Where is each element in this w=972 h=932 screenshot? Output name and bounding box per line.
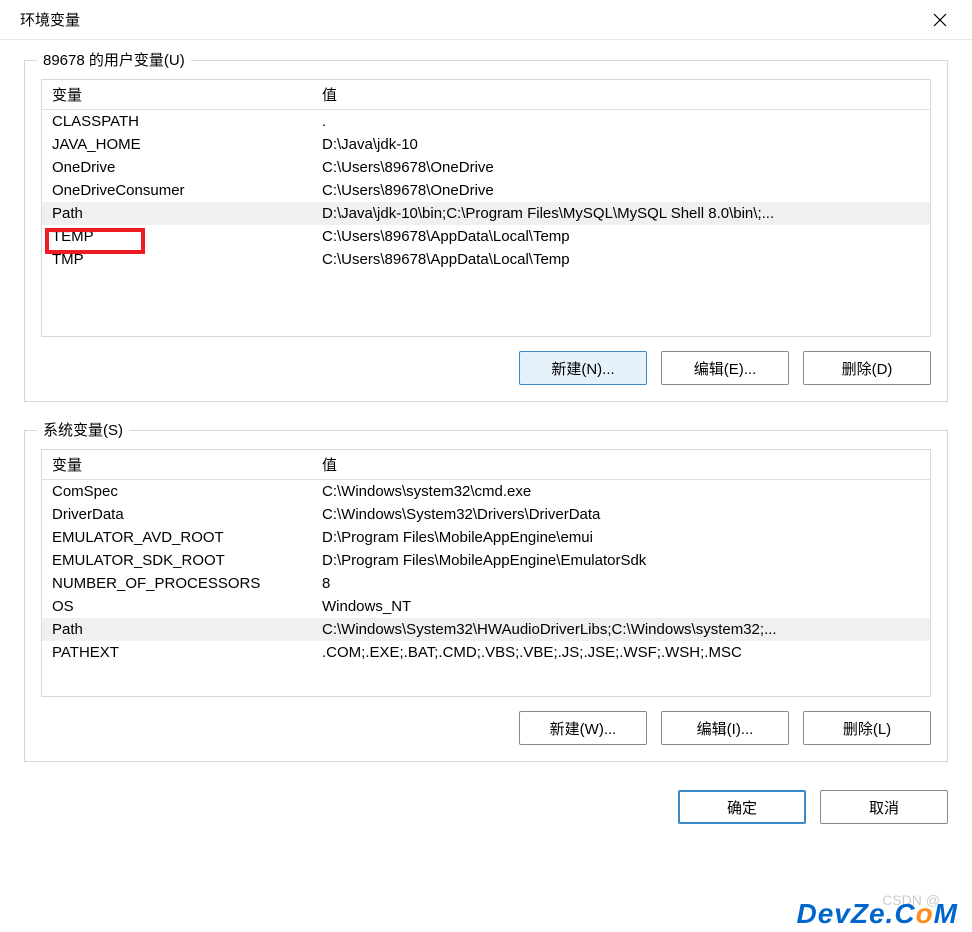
table-row[interactable]: OneDriveConsumerC:\Users\89678\OneDrive [42, 179, 930, 202]
user-vars-group: 89678 的用户变量(U) 变量 值 CLASSPATH.JAVA_HOMED… [24, 60, 948, 402]
table-row[interactable]: OSWindows_NT [42, 595, 930, 618]
table-row[interactable]: PathD:\Java\jdk-10\bin;C:\Program Files\… [42, 202, 930, 225]
user-vars-table-wrap[interactable]: 变量 值 CLASSPATH.JAVA_HOMED:\Java\jdk-10On… [41, 79, 931, 337]
titlebar: 环境变量 [0, 0, 972, 40]
sys-vars-table: 变量 值 ComSpecC:\Windows\system32\cmd.exeD… [42, 450, 930, 664]
var-name-cell: JAVA_HOME [42, 133, 312, 156]
var-name-cell: CLASSPATH [42, 110, 312, 134]
user-vars-table: 变量 值 CLASSPATH.JAVA_HOMED:\Java\jdk-10On… [42, 80, 930, 271]
devze-watermark: DevZe.CoM [796, 898, 958, 930]
cancel-button[interactable]: 取消 [820, 790, 948, 824]
var-value-cell: C:\Users\89678\OneDrive [312, 179, 930, 202]
var-value-cell: D:\Program Files\MobileAppEngine\emui [312, 526, 930, 549]
window-title: 环境变量 [20, 9, 80, 30]
var-name-cell: TEMP [42, 225, 312, 248]
sys-vars-label: 系统变量(S) [37, 419, 129, 440]
var-name-cell: OneDrive [42, 156, 312, 179]
var-name-cell: Path [42, 202, 312, 225]
var-value-cell: Windows_NT [312, 595, 930, 618]
var-value-cell: D:\Java\jdk-10 [312, 133, 930, 156]
var-name-cell: OS [42, 595, 312, 618]
var-value-cell: D:\Program Files\MobileAppEngine\Emulato… [312, 549, 930, 572]
var-name-cell: TMP [42, 248, 312, 271]
table-row[interactable]: ComSpecC:\Windows\system32\cmd.exe [42, 480, 930, 504]
table-row[interactable]: TMPC:\Users\89678\AppData\Local\Temp [42, 248, 930, 271]
table-row[interactable]: EMULATOR_AVD_ROOTD:\Program Files\Mobile… [42, 526, 930, 549]
sys-col-value[interactable]: 值 [312, 450, 930, 480]
close-icon [933, 13, 947, 27]
var-name-cell: Path [42, 618, 312, 641]
var-value-cell: C:\Windows\System32\HWAudioDriverLibs;C:… [312, 618, 930, 641]
var-value-cell: D:\Java\jdk-10\bin;C:\Program Files\MySQ… [312, 202, 930, 225]
var-name-cell: OneDriveConsumer [42, 179, 312, 202]
user-col-value[interactable]: 值 [312, 80, 930, 110]
var-value-cell: C:\Users\89678\AppData\Local\Temp [312, 225, 930, 248]
var-value-cell: . [312, 110, 930, 134]
sys-vars-group: 系统变量(S) 变量 值 ComSpecC:\Windows\system32\… [24, 430, 948, 762]
var-name-cell: DriverData [42, 503, 312, 526]
table-row[interactable]: PATHEXT.COM;.EXE;.BAT;.CMD;.VBS;.VBE;.JS… [42, 641, 930, 664]
user-vars-label: 89678 的用户变量(U) [37, 49, 191, 70]
sys-delete-button[interactable]: 删除(L) [803, 711, 931, 745]
csdn-watermark: CSDN @ [882, 892, 940, 908]
sys-btn-row: 新建(W)... 编辑(I)... 删除(L) [41, 711, 931, 745]
table-row[interactable]: PathC:\Windows\System32\HWAudioDriverLib… [42, 618, 930, 641]
table-row[interactable]: EMULATOR_SDK_ROOTD:\Program Files\Mobile… [42, 549, 930, 572]
ok-button[interactable]: 确定 [678, 790, 806, 824]
user-new-button[interactable]: 新建(N)... [519, 351, 647, 385]
var-value-cell: 8 [312, 572, 930, 595]
sys-col-name[interactable]: 变量 [42, 450, 312, 480]
sys-new-button[interactable]: 新建(W)... [519, 711, 647, 745]
table-row[interactable]: JAVA_HOMED:\Java\jdk-10 [42, 133, 930, 156]
user-btn-row: 新建(N)... 编辑(E)... 删除(D) [41, 351, 931, 385]
user-edit-button[interactable]: 编辑(E)... [661, 351, 789, 385]
table-row[interactable]: DriverDataC:\Windows\System32\Drivers\Dr… [42, 503, 930, 526]
sys-vars-table-wrap[interactable]: 变量 值 ComSpecC:\Windows\system32\cmd.exeD… [41, 449, 931, 697]
close-button[interactable] [920, 4, 960, 36]
table-row[interactable]: TEMPC:\Users\89678\AppData\Local\Temp [42, 225, 930, 248]
var-value-cell: .COM;.EXE;.BAT;.CMD;.VBS;.VBE;.JS;.JSE;.… [312, 641, 930, 664]
var-name-cell: EMULATOR_SDK_ROOT [42, 549, 312, 572]
table-row[interactable]: NUMBER_OF_PROCESSORS8 [42, 572, 930, 595]
user-delete-button[interactable]: 删除(D) [803, 351, 931, 385]
user-col-name[interactable]: 变量 [42, 80, 312, 110]
var-value-cell: C:\Users\89678\AppData\Local\Temp [312, 248, 930, 271]
var-value-cell: C:\Users\89678\OneDrive [312, 156, 930, 179]
var-name-cell: PATHEXT [42, 641, 312, 664]
var-value-cell: C:\Windows\System32\Drivers\DriverData [312, 503, 930, 526]
var-name-cell: ComSpec [42, 480, 312, 504]
var-name-cell: NUMBER_OF_PROCESSORS [42, 572, 312, 595]
sys-edit-button[interactable]: 编辑(I)... [661, 711, 789, 745]
table-row[interactable]: OneDriveC:\Users\89678\OneDrive [42, 156, 930, 179]
var-name-cell: EMULATOR_AVD_ROOT [42, 526, 312, 549]
dialog-button-row: 确定 取消 [0, 790, 972, 824]
var-value-cell: C:\Windows\system32\cmd.exe [312, 480, 930, 504]
table-row[interactable]: CLASSPATH. [42, 110, 930, 134]
